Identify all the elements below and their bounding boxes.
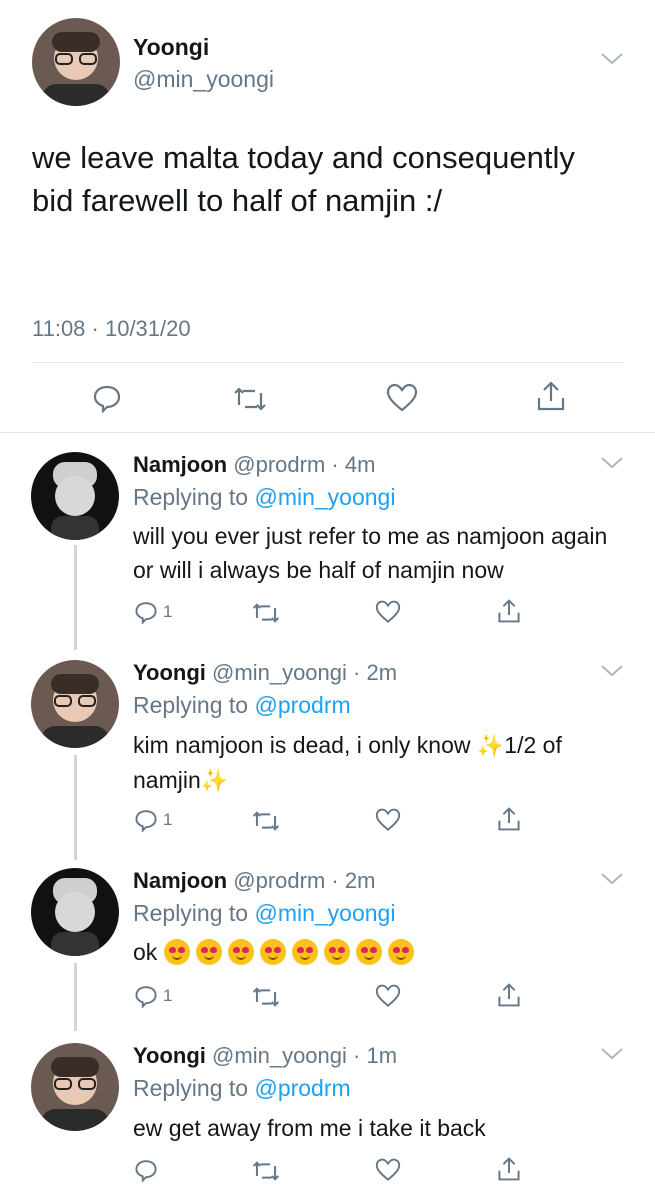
thread-line [74, 963, 77, 1031]
reply-text: ew get away from me i take it back [133, 1115, 486, 1141]
chevron-down-icon[interactable] [600, 456, 624, 475]
author-handle[interactable]: @min_yoongi [212, 660, 347, 685]
reply-count: 1 [163, 810, 173, 829]
replying-prefix: Replying to [133, 692, 255, 718]
tweet-text: we leave malta today and consequently bi… [32, 140, 575, 218]
replying-prefix: Replying to [133, 484, 255, 510]
share-icon[interactable] [497, 1156, 521, 1182]
heart-eyes-emoji [291, 939, 318, 965]
replying-to-link[interactable]: @prodrm [254, 692, 350, 718]
retweet-icon[interactable] [252, 809, 280, 833]
reply-icon[interactable] [92, 383, 122, 413]
retweet-icon[interactable] [252, 985, 280, 1009]
smiling-face-with-hearts-emoji [227, 939, 254, 965]
divider [32, 362, 624, 363]
like-icon[interactable] [375, 984, 401, 1008]
author-name[interactable]: Namjoon [133, 452, 227, 477]
replying-to: Replying to @min_yoongi [133, 484, 395, 511]
replying-prefix: Replying to [133, 900, 255, 926]
reply-count: 1 [163, 602, 173, 621]
replying-to-link[interactable]: @prodrm [254, 1075, 350, 1101]
avatar[interactable] [31, 1043, 119, 1131]
avatar[interactable] [31, 868, 119, 956]
chevron-down-icon[interactable] [600, 1047, 624, 1066]
replying-to: Replying to @prodrm [133, 1075, 351, 1102]
chevron-down-icon[interactable] [600, 664, 624, 683]
tweet-timestamp[interactable]: 11:08 · 10/31/20 [32, 316, 191, 342]
author-name[interactable]: Yoongi [133, 34, 209, 61]
reply-time[interactable]: 4m [345, 452, 376, 477]
smiling-face-with-hearts-emoji [163, 939, 190, 965]
replying-to-link[interactable]: @min_yoongi [254, 484, 395, 510]
time-separator: · [346, 660, 367, 685]
share-icon[interactable] [497, 982, 521, 1008]
author-handle[interactable]: @prodrm [233, 868, 325, 893]
time-separator: · [346, 1043, 367, 1068]
reply-text-part: kim namjoon is dead, i only know [133, 732, 471, 758]
heart-eyes-emoji [323, 939, 350, 965]
replying-to-link[interactable]: @min_yoongi [254, 900, 395, 926]
reply-text: will you ever just refer to me as namjoo… [133, 523, 608, 583]
divider [0, 432, 655, 433]
author-name[interactable]: Yoongi [133, 1043, 206, 1068]
reply-icon [135, 810, 157, 832]
reply-action[interactable]: 1 [133, 808, 172, 832]
author-handle[interactable]: @prodrm [233, 452, 325, 477]
retweet-icon[interactable] [252, 1159, 280, 1183]
replying-to: Replying to @prodrm [133, 692, 351, 719]
author-name[interactable]: Namjoon [133, 868, 227, 893]
avatar[interactable] [32, 18, 120, 106]
reply-header: Yoongi @min_yoongi · 2m [133, 660, 397, 686]
smiling-face-with-hearts-emoji [195, 939, 222, 965]
retweet-icon[interactable] [252, 601, 280, 625]
author-handle[interactable]: @min_yoongi [212, 1043, 347, 1068]
avatar[interactable] [31, 660, 119, 748]
reply-action[interactable]: 1 [133, 984, 172, 1008]
time-separator: · [325, 452, 345, 477]
reply-text: ok [133, 935, 633, 969]
time-separator: · [325, 868, 345, 893]
reply-header: Namjoon @prodrm · 2m [133, 868, 375, 894]
share-icon[interactable] [497, 598, 521, 624]
reply-time[interactable]: 2m [345, 868, 376, 893]
thread-line [74, 545, 77, 650]
sparkles-emoji: ✨ [200, 768, 229, 793]
reply-icon [135, 986, 157, 1008]
reply-header: Namjoon @prodrm · 4m [133, 452, 375, 478]
thread-line [74, 755, 77, 860]
reply-text-part: ok [133, 939, 158, 965]
replying-to: Replying to @min_yoongi [133, 900, 395, 927]
reply-icon [135, 602, 157, 624]
heart-eyes-emoji [387, 939, 414, 965]
reply-time[interactable]: 1m [366, 1043, 397, 1068]
like-icon[interactable] [375, 808, 401, 832]
sparkles-emoji: ✨ [476, 733, 505, 758]
like-icon[interactable] [375, 1158, 401, 1182]
reply-count: 1 [163, 986, 173, 1005]
share-icon[interactable] [536, 380, 566, 412]
like-icon[interactable] [386, 383, 418, 413]
chevron-down-icon[interactable] [600, 52, 624, 71]
author-handle[interactable]: @min_yoongi [133, 66, 274, 93]
avatar[interactable] [31, 452, 119, 540]
author-name[interactable]: Yoongi [133, 660, 206, 685]
reply-icon[interactable] [133, 1158, 159, 1182]
like-icon[interactable] [375, 600, 401, 624]
reply-time[interactable]: 2m [366, 660, 397, 685]
heart-eyes-emoji [355, 939, 382, 965]
reply-text: kim namjoon is dead, i only know ✨1/2 of… [133, 728, 623, 798]
reply-action[interactable]: 1 [133, 600, 172, 624]
chevron-down-icon[interactable] [600, 872, 624, 891]
smiling-face-with-hearts-emoji [259, 939, 286, 965]
reply-header: Yoongi @min_yoongi · 1m [133, 1043, 397, 1069]
retweet-icon[interactable] [233, 385, 267, 413]
share-icon[interactable] [497, 806, 521, 832]
replying-prefix: Replying to [133, 1075, 255, 1101]
